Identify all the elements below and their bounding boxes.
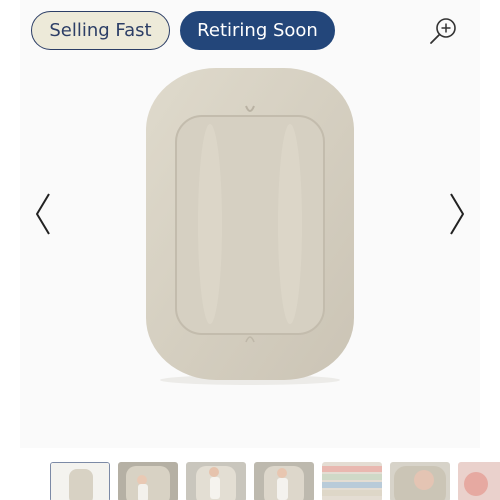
retiring-soon-badge[interactable]: Retiring Soon bbox=[180, 11, 335, 50]
zoom-button[interactable] bbox=[426, 14, 460, 48]
chevron-right-icon bbox=[450, 193, 464, 235]
baby-lounger-image bbox=[146, 68, 354, 385]
thumbnail-4[interactable] bbox=[254, 462, 314, 500]
selling-fast-badge[interactable]: Selling Fast bbox=[31, 11, 170, 50]
thumbnail-2[interactable] bbox=[118, 462, 178, 500]
thumbnail-1[interactable] bbox=[50, 462, 110, 500]
previous-image-button[interactable] bbox=[32, 190, 56, 238]
thumbnail-strip bbox=[0, 460, 500, 500]
thumbnail-6[interactable] bbox=[390, 462, 450, 500]
next-image-button[interactable] bbox=[444, 190, 468, 238]
thumbnail-7[interactable] bbox=[458, 462, 500, 500]
chevron-left-icon bbox=[36, 193, 50, 235]
thumbnail-3[interactable] bbox=[186, 462, 246, 500]
zoom-in-icon bbox=[430, 18, 456, 44]
thumbnail-5[interactable] bbox=[322, 462, 382, 500]
